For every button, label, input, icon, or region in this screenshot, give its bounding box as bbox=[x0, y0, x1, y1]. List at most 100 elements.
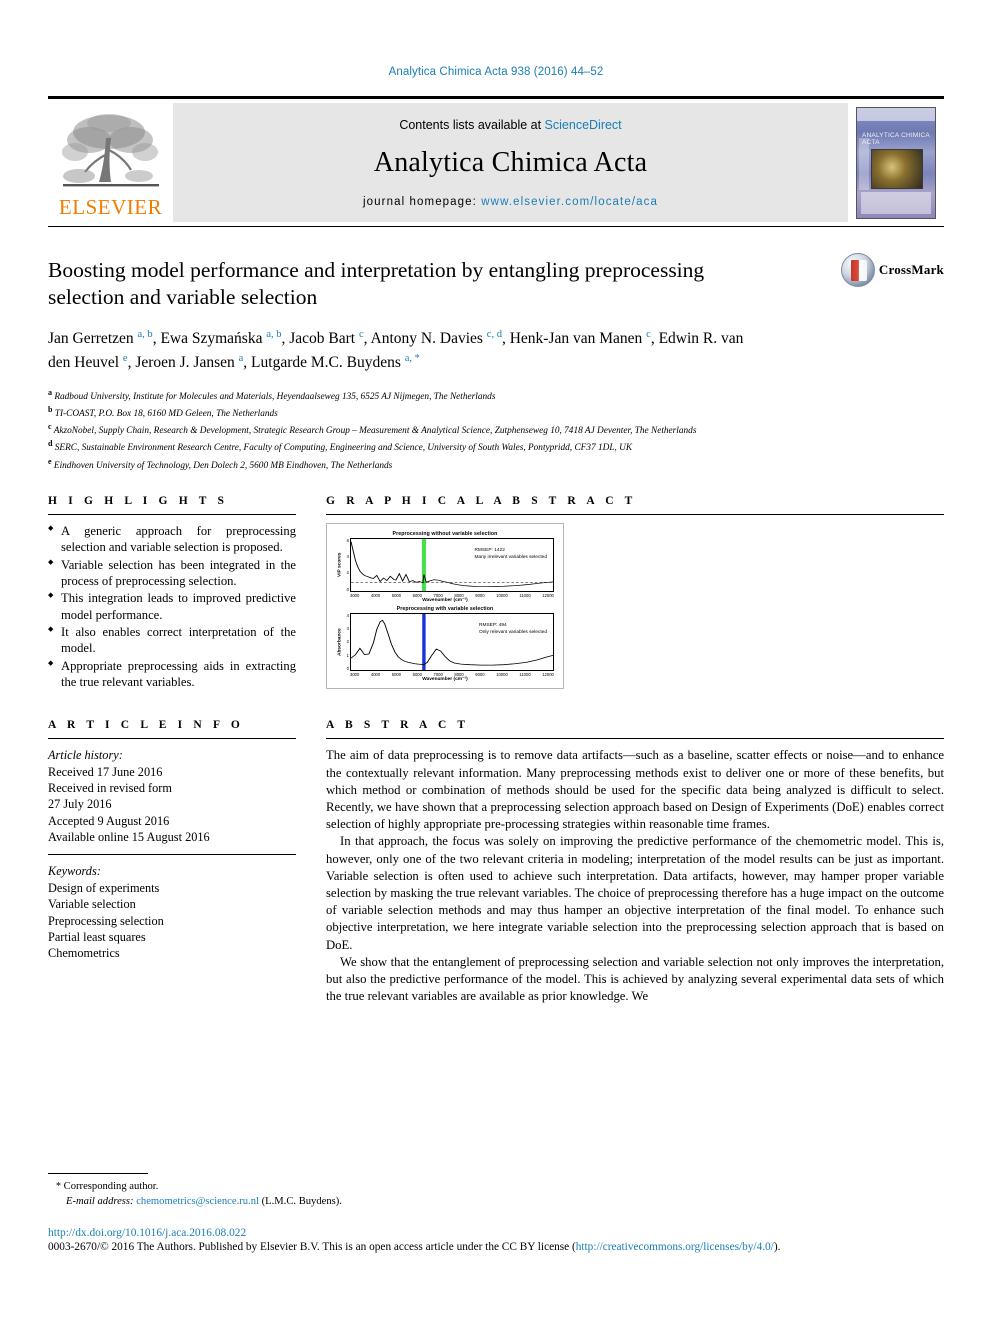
chart-ylabel: Absorbance bbox=[337, 627, 343, 656]
ytick-label: 2 bbox=[346, 639, 349, 645]
article-history-line: Received 17 June 2016 bbox=[48, 764, 163, 779]
keyword-item: Variable selection bbox=[48, 897, 136, 912]
running-head: Analytica Chimica Acta 938 (2016) 44–52 bbox=[388, 66, 604, 78]
article-history-line: Received in revised form bbox=[48, 781, 172, 796]
keyword-item: Chemometrics bbox=[48, 946, 120, 961]
author-list: Jan Gerretzen a, b, Ewa Szymańska a, b, … bbox=[48, 329, 744, 372]
highlights-column: H I G H L I G H T S A generic approach f… bbox=[48, 495, 296, 692]
xtick-label: 3000 bbox=[350, 592, 360, 598]
article-history-line: 27 July 2016 bbox=[48, 797, 112, 812]
xtick-label: 12000 bbox=[542, 671, 554, 677]
affiliation-list: a Radboud University, Institute for Mole… bbox=[48, 387, 944, 473]
chart-annotations: RMSEP: 494 Only relevant variables select… bbox=[479, 622, 547, 636]
article-info-column: A R T I C L E I N F O Article history: R… bbox=[48, 719, 296, 1005]
xtick-label: 12000 bbox=[542, 592, 554, 598]
highlight-item: Variable selection has been integrated i… bbox=[48, 557, 296, 590]
article-history-line: Available online 15 August 2016 bbox=[48, 830, 210, 845]
chart-title: Preprocessing without variable selection bbox=[392, 530, 498, 537]
cover-title-text: ANALYTICA CHIMICA ACTA bbox=[862, 131, 930, 146]
divider bbox=[48, 513, 296, 515]
abstract-column: A B S T R A C T The aim of data preproce… bbox=[326, 719, 944, 1005]
cover-footer-band bbox=[861, 191, 931, 214]
email-label: E-mail address: bbox=[66, 1196, 134, 1208]
title-block: CrossMark Boosting model performance and… bbox=[48, 253, 944, 473]
highlight-item: Appropriate preprocessing aids in extrac… bbox=[48, 658, 296, 691]
graphical-abstract-heading: G R A P H I C A L A B S T R A C T bbox=[326, 494, 637, 507]
ytick-label: 0 bbox=[346, 665, 349, 671]
chart-ylabel: VIP scores bbox=[337, 552, 343, 578]
affiliation-a: a Radboud University, Institute for Mole… bbox=[48, 387, 496, 402]
highlight-band bbox=[422, 613, 426, 670]
chart-title: Preprocessing with variable selection bbox=[396, 605, 494, 612]
xtick-label: 10000 bbox=[496, 592, 508, 598]
abstract-text: The aim of data preprocessing is to remo… bbox=[326, 747, 944, 1005]
elsevier-tree-icon bbox=[61, 113, 159, 186]
xtick-label: 11000 bbox=[519, 671, 531, 677]
chart-annotation: Only relevant variables selected bbox=[479, 630, 547, 635]
xtick-label: 6000 bbox=[412, 671, 422, 677]
license-link[interactable]: http://creativecommons.org/licenses/by/4… bbox=[576, 1241, 774, 1253]
contents-line: Contents lists available at ScienceDirec… bbox=[399, 118, 621, 132]
keyword-item: Partial least squares bbox=[48, 929, 146, 944]
asterisk-icon: * bbox=[56, 1180, 61, 1192]
article-info-heading: A R T I C L E I N F O bbox=[48, 719, 244, 732]
footnote-divider bbox=[48, 1172, 148, 1174]
divider bbox=[326, 513, 944, 515]
xtick-label: 5000 bbox=[391, 671, 402, 677]
journal-homepage-line: journal homepage: www.elsevier.com/locat… bbox=[363, 196, 658, 208]
journal-title: Analytica Chimica Acta bbox=[373, 146, 648, 178]
affiliation-c: c AkzoNobel, Supply Chain, Research & De… bbox=[48, 422, 697, 437]
ytick-label: 4 bbox=[346, 554, 349, 560]
xtick-label: 3000 bbox=[350, 671, 360, 677]
cover-photo bbox=[871, 148, 923, 189]
sciencedirect-link[interactable]: ScienceDirect bbox=[545, 118, 622, 132]
chart-plot-area: RMSEP: 1422 Many irrelevant variables sel… bbox=[350, 537, 554, 592]
abstract-paragraph: The aim of data preprocessing is to remo… bbox=[326, 748, 944, 832]
divider bbox=[326, 738, 944, 740]
keywords-label: Keywords: bbox=[48, 864, 101, 879]
corresponding-author-note: * Corresponding author. E-mail address: … bbox=[48, 1179, 944, 1210]
xtick-label: 11000 bbox=[519, 592, 531, 598]
journal-cover-thumbnail: ANALYTICA CHIMICA ACTA bbox=[848, 99, 944, 226]
masthead-center: Contents lists available at ScienceDirec… bbox=[173, 103, 848, 222]
contents-prefix: Contents lists available at bbox=[399, 117, 545, 132]
abstract-heading: A B S T R A C T bbox=[326, 719, 470, 732]
highlight-item: This integration leads to improved predi… bbox=[48, 590, 296, 623]
xtick-label: 10000 bbox=[496, 671, 508, 677]
doi-link[interactable]: http://dx.doi.org/10.1016/j.aca.2016.08.… bbox=[48, 1227, 944, 1239]
highlight-item: It also enables correct interpretation o… bbox=[48, 624, 296, 657]
chart-absorbance: Preprocessing with variable selection Ab… bbox=[336, 606, 554, 682]
crossmark-icon bbox=[840, 253, 875, 287]
email-link[interactable]: chemometrics@science.ru.nl bbox=[136, 1196, 259, 1207]
highlight-band bbox=[421, 538, 426, 591]
abstract-paragraph: In that approach, the focus was solely o… bbox=[326, 834, 944, 952]
keyword-item: Design of experiments bbox=[48, 880, 160, 895]
affiliation-d: d SERC, Sustainable Environment Research… bbox=[48, 439, 633, 454]
homepage-prefix: journal homepage: bbox=[363, 195, 482, 208]
xtick-label: 4000 bbox=[370, 592, 381, 598]
corresponding-author-label: Corresponding author. bbox=[63, 1180, 159, 1192]
ytick-label: 3 bbox=[346, 626, 349, 632]
keywords-items: Design of experiments Variable selection P… bbox=[48, 880, 296, 962]
graphical-abstract-column: G R A P H I C A L A B S T R A C T Prepro… bbox=[326, 495, 944, 692]
divider bbox=[48, 738, 296, 740]
chart-annotations: RMSEP: 1422 Many irrelevant variables sel… bbox=[474, 547, 547, 561]
affiliation-b: b TI-COAST, P.O. Box 18, 6160 MD Geleen,… bbox=[48, 404, 278, 420]
copyright-suffix: ). bbox=[773, 1240, 781, 1253]
xtick-label: 5000 bbox=[391, 592, 402, 598]
chart-annotation: Many irrelevant variables selected bbox=[474, 555, 547, 560]
highlights-heading: H I G H L I G H T S bbox=[48, 494, 229, 507]
keywords: Keywords: Design of experiments Variable … bbox=[48, 863, 296, 961]
chart-xlabel: Wavenumber (cm⁻¹) bbox=[422, 597, 468, 603]
copyright-prefix: 0003-2670/© 2016 The Authors. Published … bbox=[48, 1240, 576, 1253]
cover-image: ANALYTICA CHIMICA ACTA bbox=[856, 106, 936, 219]
article-history-line: Accepted 9 August 2016 bbox=[48, 813, 170, 828]
keyword-item: Preprocessing selection bbox=[48, 913, 164, 928]
article-page: Analytica Chimica Acta 938 (2016) 44–52 bbox=[0, 0, 992, 1323]
highlights-list: A generic approach for preprocessing sel… bbox=[48, 523, 296, 691]
journal-homepage-link[interactable]: www.elsevier.com/locate/aca bbox=[481, 196, 658, 208]
elsevier-wordmark: ELSEVIER bbox=[58, 194, 163, 219]
crossmark-badge[interactable]: CrossMark bbox=[840, 253, 944, 287]
chart-annotation: RMSEP: 1422 bbox=[474, 547, 505, 553]
chart-plot-area: RMSEP: 494 Only relevant variables select… bbox=[350, 612, 554, 671]
